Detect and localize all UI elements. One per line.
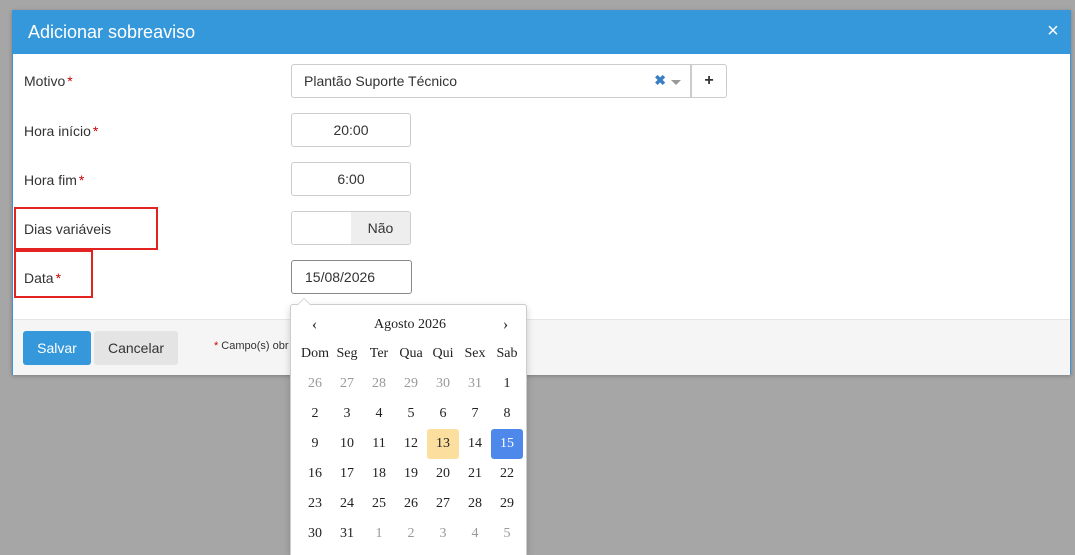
hora-inicio-label-text: Hora início	[24, 123, 91, 139]
required-asterisk: *	[214, 340, 219, 352]
calendar-day[interactable]: 29	[395, 369, 427, 399]
dias-variaveis-toggle[interactable]: Não	[291, 211, 411, 245]
highlight-box-data	[14, 250, 93, 298]
calendar-day[interactable]: 2	[299, 399, 331, 429]
calendar-day[interactable]: 18	[363, 459, 395, 489]
chevron-left-icon[interactable]: ‹	[299, 316, 330, 334]
datepicker-grid: Dom Seg Ter Qua Qui Sex Sab 26 27 28 29 30 31 1 2 3 4 5 6 7…	[299, 339, 523, 549]
calendar-day[interactable]: 2	[395, 519, 427, 549]
calendar-day[interactable]: 23	[299, 489, 331, 519]
cancel-button[interactable]: Cancelar	[94, 331, 178, 365]
weekday-header: Sex	[464, 346, 486, 361]
calendar-day[interactable]: 31	[331, 519, 363, 549]
data-input[interactable]: 15/08/2026	[291, 260, 412, 294]
calendar-day[interactable]: 12	[395, 429, 427, 459]
calendar-day-selected[interactable]: 15	[491, 429, 523, 459]
motivo-label-text: Motivo	[24, 73, 66, 89]
required-fields-note-text: Campo(s) obr	[221, 340, 289, 352]
calendar-day[interactable]: 6	[427, 399, 459, 429]
weekday-header: Ter	[369, 346, 389, 361]
motivo-select[interactable]: Plantão Suporte Técnico ✖	[291, 64, 691, 98]
weekday-header: Qui	[432, 346, 454, 361]
toggle-on-side[interactable]	[292, 212, 351, 244]
hora-fim-label-text: Hora fim	[24, 172, 77, 188]
calendar-day[interactable]: 1	[491, 369, 523, 399]
calendar-day[interactable]: 31	[459, 369, 491, 399]
hora-fim-input[interactable]: 6:00	[291, 162, 411, 196]
calendar-day[interactable]: 3	[331, 399, 363, 429]
calendar-day-today[interactable]: 13	[427, 429, 459, 459]
add-sobreaviso-modal: Adicionar sobreaviso × Motivo * Plantão S…	[12, 10, 1071, 375]
datepicker-header: ‹ Agosto 2026 ›	[299, 314, 521, 336]
calendar-day[interactable]: 14	[459, 429, 491, 459]
calendar-day[interactable]: 8	[491, 399, 523, 429]
calendar-day[interactable]: 21	[459, 459, 491, 489]
calendar-day[interactable]: 28	[459, 489, 491, 519]
calendar-day[interactable]: 4	[459, 519, 491, 549]
calendar-day[interactable]: 26	[299, 369, 331, 399]
calendar-day[interactable]: 19	[395, 459, 427, 489]
modal-title: Adicionar sobreaviso	[28, 22, 196, 42]
calendar-day[interactable]: 28	[363, 369, 395, 399]
datepicker-month-label[interactable]: Agosto 2026	[374, 317, 446, 333]
calendar-day[interactable]: 27	[331, 369, 363, 399]
weekday-header: Seg	[336, 346, 358, 361]
toggle-off-label[interactable]: Não	[351, 212, 410, 244]
required-asterisk: *	[92, 123, 99, 139]
close-icon[interactable]: ×	[1044, 20, 1062, 42]
calendar-day[interactable]: 26	[395, 489, 427, 519]
calendar-day[interactable]: 9	[299, 429, 331, 459]
calendar-day[interactable]: 16	[299, 459, 331, 489]
calendar-day[interactable]: 24	[331, 489, 363, 519]
calendar-day[interactable]: 1	[363, 519, 395, 549]
calendar-day[interactable]: 25	[363, 489, 395, 519]
modal-header: Adicionar sobreaviso ×	[13, 11, 1070, 54]
datepicker: ‹ Agosto 2026 › Dom Seg Ter Qua Qui Sex Sab 26 2…	[290, 298, 527, 555]
hora-inicio-input[interactable]: 20:00	[291, 113, 411, 147]
calendar-day[interactable]: 27	[427, 489, 459, 519]
hora-fim-label: Hora fim *	[24, 172, 84, 188]
calendar-day[interactable]: 29	[491, 489, 523, 519]
calendar-day[interactable]: 4	[363, 399, 395, 429]
clear-icon[interactable]: ✖	[654, 72, 666, 89]
add-motivo-button[interactable]: +	[691, 64, 727, 98]
motivo-select-value: Plantão Suporte Técnico	[304, 73, 458, 89]
required-fields-note: * Campo(s) obr	[214, 340, 289, 352]
highlight-box-dias-variaveis	[14, 207, 158, 250]
calendar-day[interactable]: 17	[331, 459, 363, 489]
calendar-day[interactable]: 22	[491, 459, 523, 489]
calendar-day[interactable]: 5	[491, 519, 523, 549]
motivo-label: Motivo *	[24, 73, 73, 89]
calendar-day[interactable]: 11	[363, 429, 395, 459]
required-asterisk: *	[78, 172, 85, 188]
hora-inicio-label: Hora início *	[24, 123, 98, 139]
calendar-day[interactable]: 20	[427, 459, 459, 489]
calendar-day[interactable]: 7	[459, 399, 491, 429]
calendar-day[interactable]: 5	[395, 399, 427, 429]
weekday-header: Sab	[496, 346, 518, 361]
chevron-right-icon[interactable]: ›	[490, 316, 521, 334]
weekday-header: Dom	[301, 346, 329, 361]
calendar-day[interactable]: 30	[427, 369, 459, 399]
required-asterisk: *	[67, 73, 73, 89]
calendar-day[interactable]: 10	[331, 429, 363, 459]
save-button[interactable]: Salvar	[23, 331, 91, 365]
weekday-header: Qua	[399, 346, 423, 361]
calendar-day[interactable]: 3	[427, 519, 459, 549]
chevron-down-icon[interactable]	[671, 80, 681, 85]
modal-footer: Salvar Cancelar * Campo(s) obr	[13, 319, 1070, 375]
calendar-day[interactable]: 30	[299, 519, 331, 549]
